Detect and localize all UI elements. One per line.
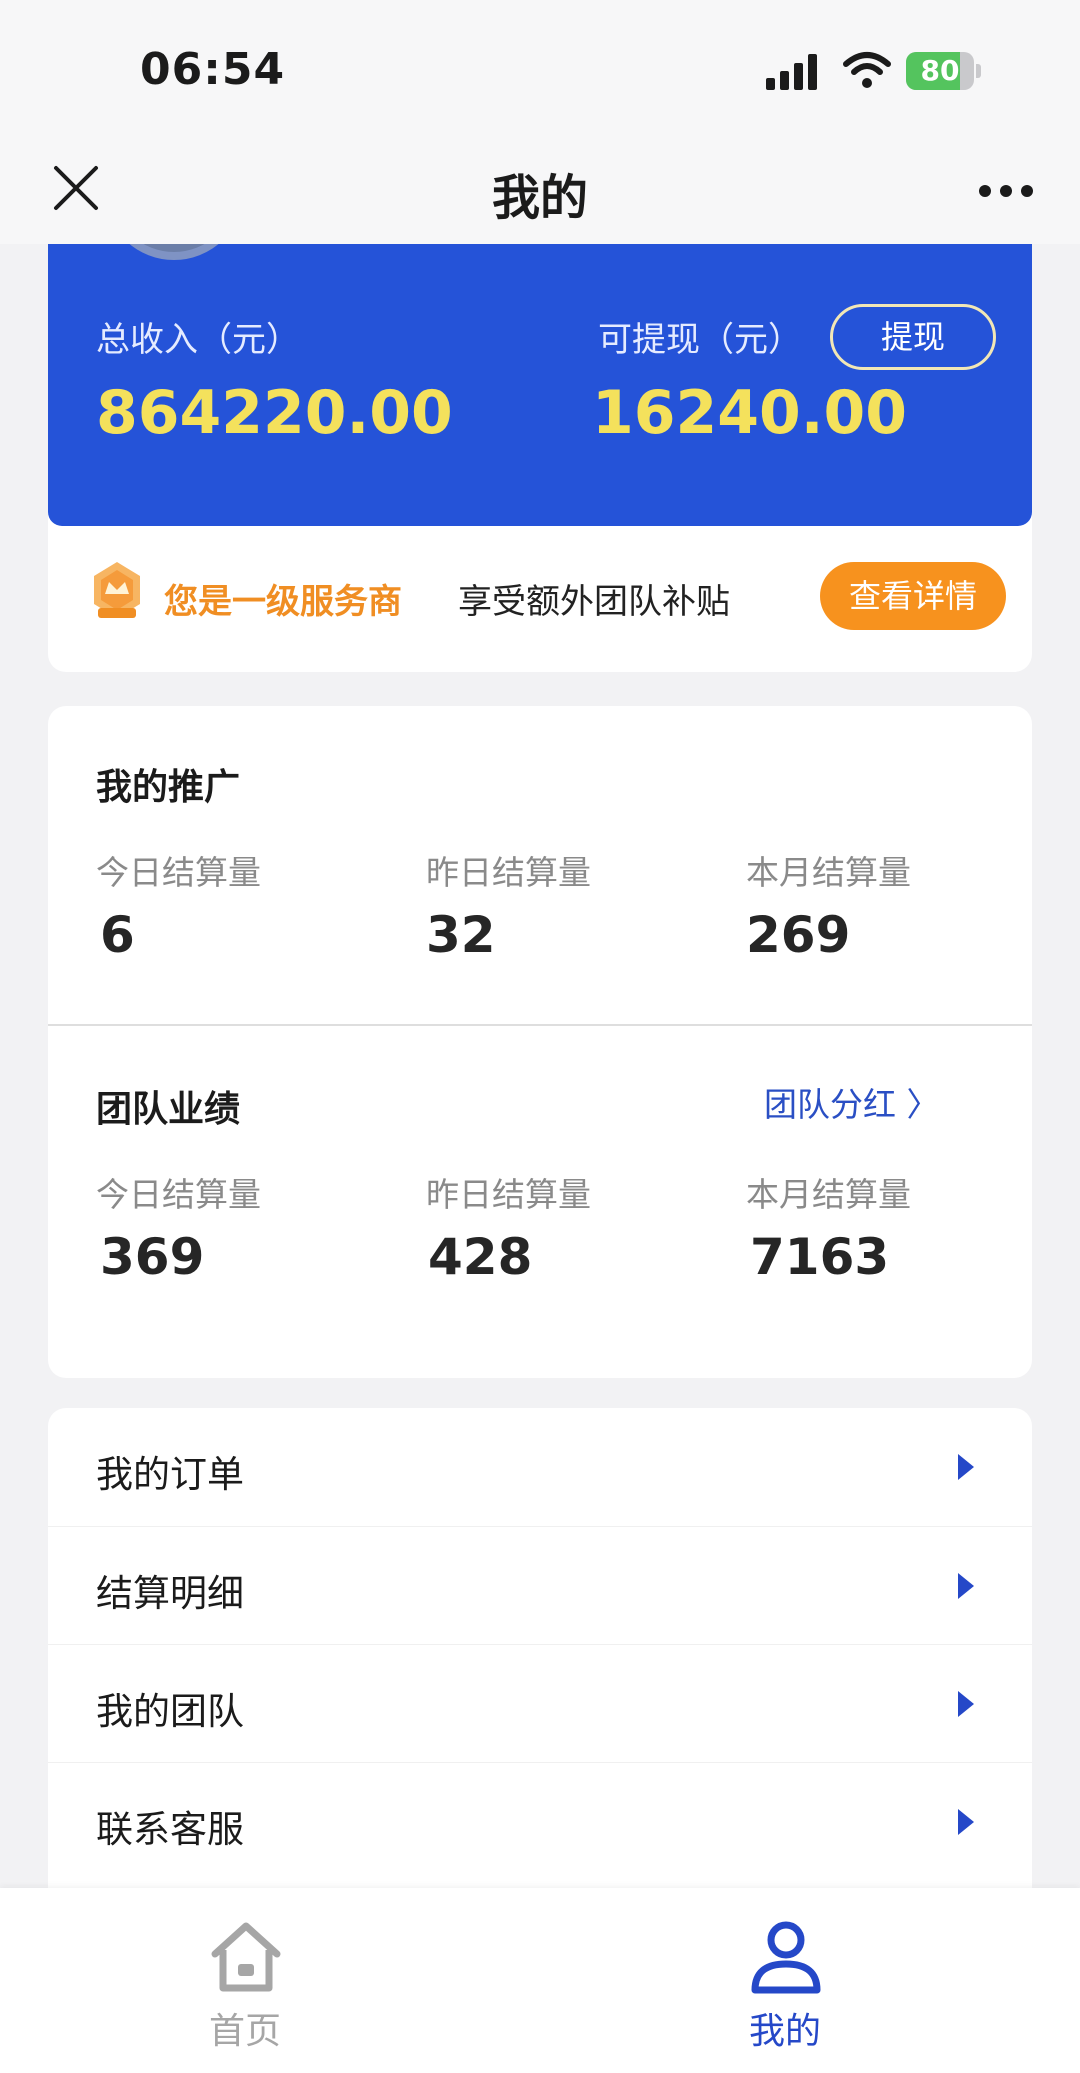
menu-item-label: 联系客服 — [96, 1808, 244, 1851]
team-performance-title: 团队业绩 — [96, 1089, 241, 1130]
promotion-month-label: 本月结算量 — [746, 853, 911, 892]
menu-list: 我的订单 结算明细 我的团队 联系客服 — [48, 1408, 1032, 1928]
chevron-right-icon — [958, 1454, 974, 1480]
tab-mine[interactable]: 我的 — [685, 1888, 885, 2073]
menu-item-settlement-details[interactable]: 结算明细 — [48, 1526, 1032, 1644]
withdraw-button[interactable]: 提现 — [830, 304, 996, 370]
menu-item-label: 我的团队 — [96, 1690, 244, 1733]
total-income-label: 总收入（元） — [96, 320, 300, 360]
chevron-right-icon — [958, 1809, 974, 1835]
view-details-button[interactable]: 查看详情 — [820, 562, 1006, 630]
chevron-right-icon — [958, 1691, 974, 1717]
menu-item-customer-service[interactable]: 联系客服 — [48, 1762, 1032, 1880]
withdrawable-value: 16240.00 — [592, 378, 908, 448]
chevron-right-icon — [958, 1573, 974, 1599]
divider — [48, 1024, 1032, 1026]
status-time: 06:54 — [140, 44, 286, 95]
page-title: 我的 — [491, 170, 588, 226]
promotion-month-value: 269 — [746, 906, 851, 964]
signal-icon — [766, 54, 817, 90]
status-bar: 06:54 80 — [0, 0, 1080, 148]
team-today-label: 今日结算量 — [96, 1175, 261, 1214]
level-badge-icon — [94, 562, 140, 618]
team-month-label: 本月结算量 — [746, 1175, 911, 1214]
promotion-yesterday-label: 昨日结算量 — [426, 853, 591, 892]
promotion-today-value: 6 — [100, 906, 135, 964]
level-description: 享受额外团队补贴 — [458, 582, 730, 622]
home-icon — [211, 1922, 281, 1992]
income-panel: 总收入（元） 864220.00 可提现（元） 16240.00 提现 — [48, 200, 1032, 526]
battery-icon: 80 — [906, 52, 981, 90]
promotion-title: 我的推广 — [96, 767, 241, 808]
promotion-yesterday-value: 32 — [426, 906, 496, 964]
more-icon[interactable] — [978, 184, 1034, 198]
team-month-value: 7163 — [750, 1228, 890, 1286]
user-icon — [751, 1921, 821, 1994]
withdrawable-label: 可提现（元） — [598, 320, 802, 360]
tab-mine-label: 我的 — [748, 2011, 821, 2052]
tab-home[interactable]: 首页 — [145, 1888, 345, 2073]
menu-item-label: 结算明细 — [96, 1572, 244, 1615]
stats-card: 我的推广 今日结算量 6 昨日结算量 32 本月结算量 269 团队业绩 团队分… — [48, 706, 1032, 1378]
team-today-value: 369 — [100, 1228, 205, 1286]
team-dividend-link[interactable]: 团队分红 〉 — [764, 1078, 940, 1126]
tab-home-label: 首页 — [208, 2011, 281, 2052]
battery-level: 80 — [920, 54, 960, 87]
total-income-value: 864220.00 — [96, 378, 453, 448]
tab-bar: 首页 我的 — [0, 1888, 1080, 2073]
menu-item-label: 我的订单 — [96, 1453, 244, 1496]
team-yesterday-label: 昨日结算量 — [426, 1175, 591, 1214]
team-yesterday-value: 428 — [428, 1228, 533, 1286]
menu-item-my-team[interactable]: 我的团队 — [48, 1644, 1032, 1762]
level-title: 您是一级服务商 — [164, 582, 402, 622]
wifi-icon — [843, 52, 891, 88]
promotion-today-label: 今日结算量 — [96, 853, 261, 892]
menu-item-orders[interactable]: 我的订单 — [48, 1408, 1032, 1526]
